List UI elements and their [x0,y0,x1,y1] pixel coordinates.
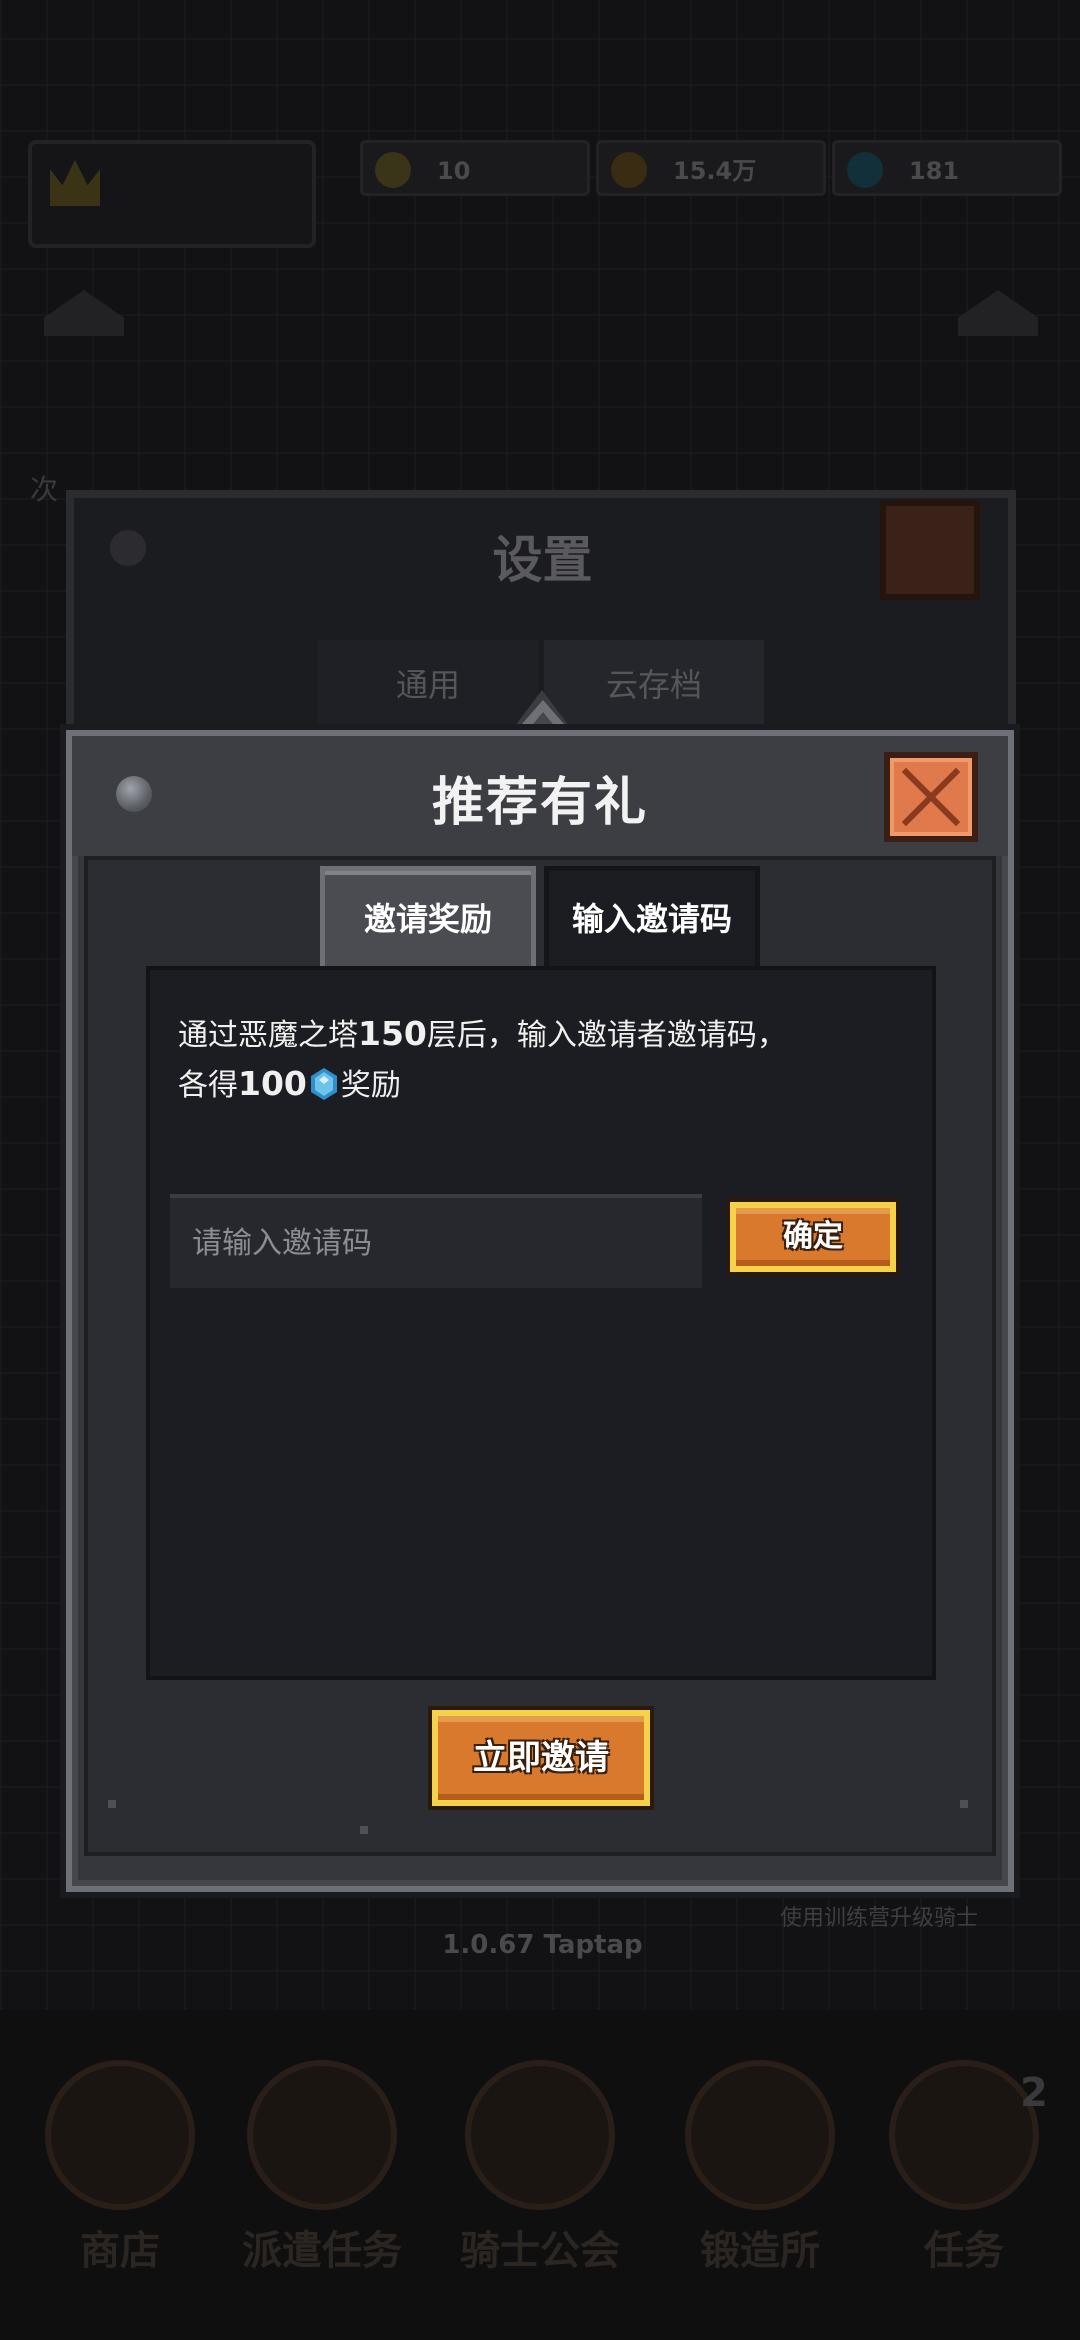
dialog-speck [960,1800,968,1808]
training-hint: 使用训练营升级骑士 [780,1906,979,1931]
settings-tab-cloud-save[interactable]: 云存档 [544,640,764,730]
shop-icon [45,2060,195,2210]
reward-description: 通过恶魔之塔150层后，输入邀请者邀请码， 各得100 奖励 [178,1014,787,1103]
settings-tab-general[interactable]: 通用 [318,640,538,730]
quest-badge: 2 [1020,2070,1048,2116]
floor-count: 150 [358,1014,427,1053]
close-button[interactable] [884,752,978,842]
coin-count: 15.4万 [673,157,757,185]
trophy-icon [375,152,411,188]
dispatch-icon [247,2060,397,2210]
gem-icon [310,1068,337,1100]
coin-counter: 15.4万 [596,140,826,196]
version-label: 1.0.67 Taptap [442,1930,643,1960]
forge-icon [685,2060,835,2210]
invite-now-button[interactable]: 立即邀请 [432,1710,650,1806]
nav-dispatch[interactable]: 派遣任务 [242,2060,402,2300]
vip-knight-icon [465,2060,615,2210]
confirm-button[interactable]: 确定 [730,1202,896,1272]
close-icon [901,767,961,827]
gem-icon [847,152,883,188]
trophy-counter: 10 [360,140,590,196]
dialog-speck [360,1826,368,1834]
side-label: 次 [30,473,59,506]
coin-icon [611,152,647,188]
nav-shop[interactable]: 商店 [40,2060,200,2300]
gem-count: 181 [909,157,960,185]
nav-forge[interactable]: 锻造所 [680,2060,840,2300]
quest-icon [889,2060,1039,2210]
gem-counter: 181 [832,140,1062,196]
dialog-title: 推荐有礼 [431,773,648,833]
dialog-speck [108,1800,116,1808]
trophy-count: 10 [437,157,471,185]
invite-code-input[interactable] [170,1194,702,1288]
nav-knight-guild[interactable]: 骑士公会 [460,2060,620,2300]
reward-amount: 100 [238,1064,307,1103]
settings-close-button[interactable] [880,500,980,600]
tab-enter-invite-code[interactable]: 输入邀请码 [544,866,760,966]
tab-invite-reward[interactable]: 邀请奖励 [320,866,536,966]
